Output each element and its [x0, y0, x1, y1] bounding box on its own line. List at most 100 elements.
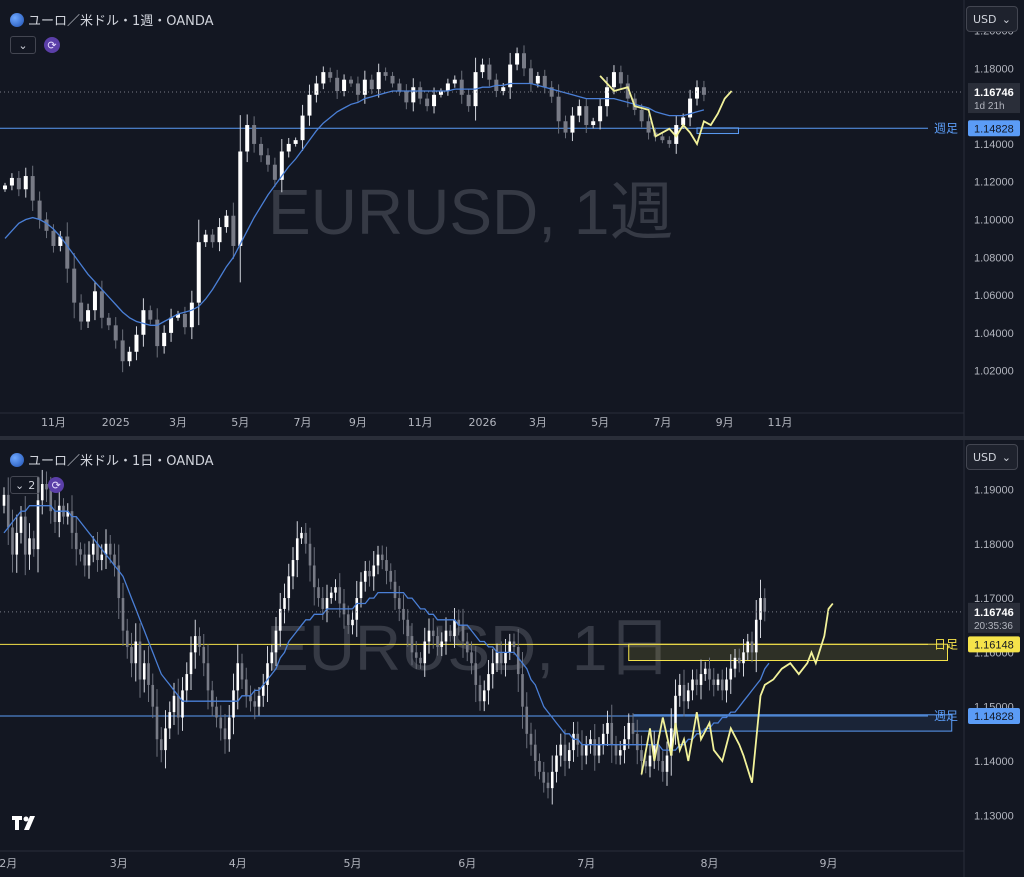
candle-body — [238, 151, 243, 246]
price-tick-label: 1.02000 — [974, 366, 1014, 378]
candle-body — [232, 690, 235, 718]
refresh-icon[interactable]: ⟳ — [44, 37, 60, 53]
candle-body — [478, 684, 482, 702]
countdown-timer: 1d 21h — [974, 101, 1005, 112]
candle-body — [120, 340, 125, 362]
candle-body — [217, 227, 222, 243]
candle-body — [716, 679, 720, 685]
candle-body — [383, 72, 388, 76]
candle-body — [444, 630, 448, 642]
candle-body — [3, 185, 7, 190]
daily-chart-pane[interactable]: EURUSD, 1日 1.19000 1.18000 1.17000 1.16000 1.… — [0, 440, 1024, 877]
price-tick-label: 1.14000 — [974, 756, 1014, 768]
candle-body — [19, 516, 23, 533]
candle-body — [113, 325, 118, 341]
candle-body — [678, 684, 682, 696]
refresh-icon[interactable]: ⟳ — [48, 477, 65, 493]
candle-body — [11, 527, 14, 555]
chart-watermark: EURUSD, 1週 — [268, 176, 673, 248]
candle-body — [618, 72, 623, 84]
candle-body — [349, 79, 353, 84]
candle-body — [83, 554, 87, 566]
candle-body — [529, 733, 533, 745]
time-tick-label: 9月 — [820, 857, 838, 870]
candle-body — [363, 570, 367, 582]
candle-body — [389, 570, 393, 582]
candle-body — [695, 87, 699, 99]
candle-body — [515, 53, 520, 65]
candle-body — [487, 674, 490, 691]
candle-body — [295, 538, 299, 561]
candle-body — [508, 641, 512, 653]
candle-body — [121, 598, 125, 631]
candle-body — [542, 771, 546, 783]
candle-body — [91, 543, 95, 555]
candle-body — [699, 674, 703, 685]
time-tick-label: 4月 — [229, 857, 247, 870]
weekly-chart-canvas[interactable]: EURUSD, 1週1.200001.180001.160001.140001.… — [0, 0, 1024, 436]
candle-body — [219, 717, 223, 729]
time-tick-label: 2月 — [0, 857, 17, 870]
candle-body — [291, 560, 295, 577]
candle-body — [584, 106, 589, 126]
time-tick-label: 2025 — [102, 416, 130, 429]
candle-body — [210, 234, 215, 243]
candle-body — [359, 581, 363, 599]
candle-body — [635, 733, 639, 751]
candle-body — [244, 679, 248, 696]
candle-body — [308, 543, 312, 566]
candle-body — [580, 744, 584, 756]
candle-body — [185, 674, 189, 691]
candle-body — [257, 695, 261, 707]
candle-body — [750, 641, 754, 653]
chart-watermark: EURUSD, 1日 — [266, 612, 671, 684]
weekly-collapse-button[interactable]: ⌄ — [10, 36, 36, 54]
candle-body — [501, 87, 506, 92]
candle-body — [108, 543, 112, 555]
daily-legend-controls: ⌄ 2 ⟳ — [10, 476, 65, 494]
candle-body — [397, 83, 402, 92]
candle-body — [646, 121, 651, 133]
candle-body — [427, 630, 431, 642]
candle-body — [283, 598, 286, 609]
chevron-down-icon: ⌄ — [15, 478, 25, 492]
candle-body — [272, 164, 277, 180]
time-tick-label: 5月 — [231, 416, 249, 429]
time-tick-label: 9月 — [349, 416, 367, 429]
price-tick-label: 1.18000 — [974, 539, 1014, 551]
candle-body — [725, 679, 728, 691]
currency-selector-daily[interactable]: USD ⌄ — [966, 444, 1018, 470]
candle-body — [452, 79, 457, 84]
candle-body — [533, 744, 537, 761]
candle-body — [79, 549, 82, 555]
candle-body — [660, 136, 665, 141]
candle-body — [287, 576, 291, 599]
chevron-down-icon: ⌄ — [18, 38, 28, 52]
chevron-down-icon: ⌄ — [1001, 450, 1011, 464]
candle-body — [16, 177, 21, 190]
candle-body — [466, 94, 471, 107]
price-tick-label: 1.04000 — [974, 328, 1014, 340]
candle-body — [376, 554, 380, 566]
candle-body — [223, 728, 227, 740]
candle-body — [307, 94, 312, 116]
candle-body — [240, 663, 244, 680]
candle-body — [210, 690, 214, 707]
weekly-level-label: 週足 — [934, 709, 958, 723]
candle-body — [661, 760, 665, 772]
daily-chart-canvas[interactable]: EURUSD, 1日1.190001.180001.170001.160001.… — [0, 440, 1024, 877]
candle-body — [189, 302, 194, 328]
time-tick-label: 11月 — [408, 416, 433, 429]
price-tick-label: 1.19000 — [974, 484, 1014, 496]
currency-selector-weekly[interactable]: USD ⌄ — [966, 6, 1018, 32]
candle-body — [644, 760, 648, 767]
candle-body — [72, 268, 77, 303]
weekly-chart-pane[interactable]: EURUSD, 1週1.200001.180001.160001.140001.… — [0, 0, 1024, 436]
candle-body — [550, 771, 554, 789]
candle-body — [334, 587, 337, 593]
daily-collapse-button[interactable]: ⌄ 2 — [10, 476, 41, 494]
candle-body — [712, 679, 716, 685]
candle-body — [570, 115, 575, 133]
candle-body — [148, 310, 153, 320]
candle-body — [270, 652, 274, 664]
